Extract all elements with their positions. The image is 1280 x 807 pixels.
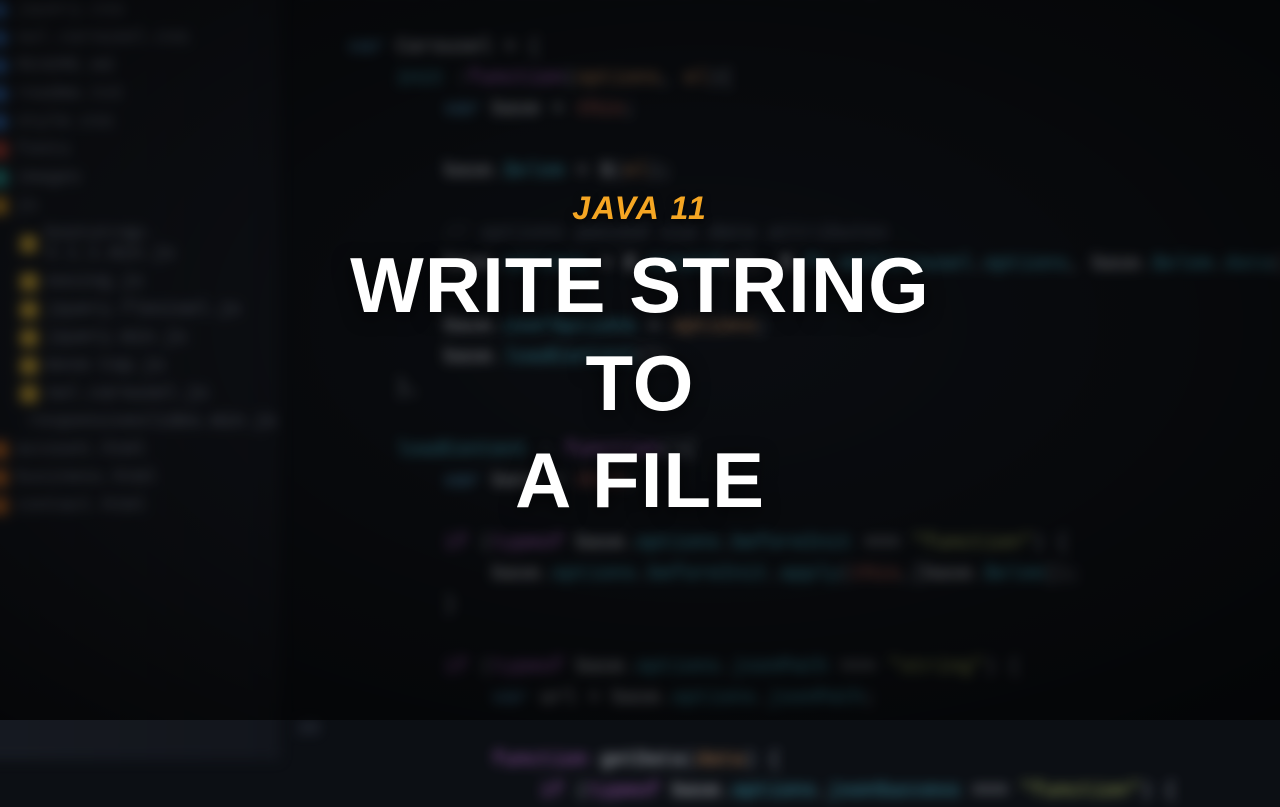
file-icon	[0, 29, 8, 47]
file-label: style.css	[16, 112, 113, 132]
tree-item: contact.html	[0, 492, 280, 520]
file-icon	[0, 197, 8, 215]
file-icon	[0, 113, 8, 131]
title-overlay: JAVA 11 WRITE STRING TO A FILE	[350, 190, 930, 530]
headline-line-2: TO	[586, 339, 695, 427]
file-label: images	[16, 168, 81, 188]
file-label: js	[16, 196, 38, 216]
tree-item: jquery.flexisel.js	[0, 296, 280, 324]
file-icon	[20, 273, 38, 291]
tree-item: responsiveslides.min.js	[0, 408, 280, 436]
code-line	[300, 621, 1280, 652]
file-label: business.html	[16, 468, 156, 488]
code-line	[300, 125, 1280, 156]
file-icon	[0, 57, 8, 75]
file-label: readme.txt	[16, 84, 124, 104]
headline-text: WRITE STRING TO A FILE	[350, 237, 930, 530]
file-icon	[0, 141, 8, 159]
code-line: if (typeof base.options.jsonPath === "st…	[300, 652, 1280, 683]
tree-item: business.html	[0, 464, 280, 492]
file-icon	[20, 301, 38, 319]
file-label: README.md	[16, 56, 113, 76]
tree-item: jquery.css	[0, 0, 280, 24]
code-line: var base = this;	[300, 94, 1280, 125]
file-icon	[0, 497, 8, 515]
file-icon	[0, 169, 8, 187]
file-label: jquery.css	[16, 0, 124, 20]
tree-item: owl.carousel.js	[0, 380, 280, 408]
file-label: responsiveslides.min.js	[28, 412, 276, 432]
tree-item: readme.txt	[0, 80, 280, 108]
file-label: fonts	[16, 140, 70, 160]
tree-item: bootstrap-3.1.1.min.js	[0, 220, 280, 268]
code-line: base.options.beforeInit.apply(this,[base…	[300, 559, 1280, 590]
file-icon	[20, 385, 38, 403]
code-line	[300, 714, 1280, 745]
file-label: contact.html	[16, 496, 146, 516]
code-line: var Carousel = {	[300, 32, 1280, 63]
code-line: init :function(options, el){	[300, 63, 1280, 94]
code-line: if (typeof base.options.jsonSuccess === …	[300, 776, 1280, 807]
code-line: var url = base.options.jsonPath;	[300, 683, 1280, 714]
code-line: base.$elem = $(el);	[300, 156, 1280, 187]
tree-item: ▸images	[0, 164, 280, 192]
code-line: if (typeof base.options.beforeInit === "…	[300, 528, 1280, 559]
file-icon	[0, 441, 8, 459]
file-label: jquery.flexisel.js	[46, 300, 240, 320]
tree-item: style.css	[0, 108, 280, 136]
file-icon	[0, 1, 8, 19]
headline-line-3: A FILE	[515, 436, 765, 524]
file-label: owl.carousel.css	[16, 28, 189, 48]
code-line	[300, 1, 1280, 32]
tree-item: README.md	[0, 52, 280, 80]
tree-item: ▸fonts	[0, 136, 280, 164]
file-icon	[20, 329, 38, 347]
file-icon	[0, 469, 8, 487]
file-label: owl.carousel.js	[46, 384, 208, 404]
file-tree-sidebar: bootstrap.cssjquery.cssowl.carousel.cssR…	[0, 0, 280, 760]
tree-item: ▾js	[0, 192, 280, 220]
tree-item: account.html	[0, 436, 280, 464]
file-label: easing.js	[46, 272, 143, 292]
file-label: move-top.js	[46, 356, 165, 376]
file-icon	[20, 357, 38, 375]
code-line: function getData(data) {	[300, 745, 1280, 776]
headline-line-1: WRITE STRING	[350, 241, 930, 329]
eyebrow-text: JAVA 11	[350, 190, 930, 227]
tree-item: move-top.js	[0, 352, 280, 380]
file-label: jquery.min.js	[46, 328, 186, 348]
file-icon	[0, 85, 8, 103]
tree-item: jquery.min.js	[0, 324, 280, 352]
file-icon	[20, 235, 37, 253]
code-line: }	[300, 590, 1280, 621]
tree-item: easing.js	[0, 268, 280, 296]
file-label: account.html	[16, 440, 146, 460]
tree-item: owl.carousel.css	[0, 24, 280, 52]
file-label: bootstrap-3.1.1.min.js	[45, 224, 270, 264]
